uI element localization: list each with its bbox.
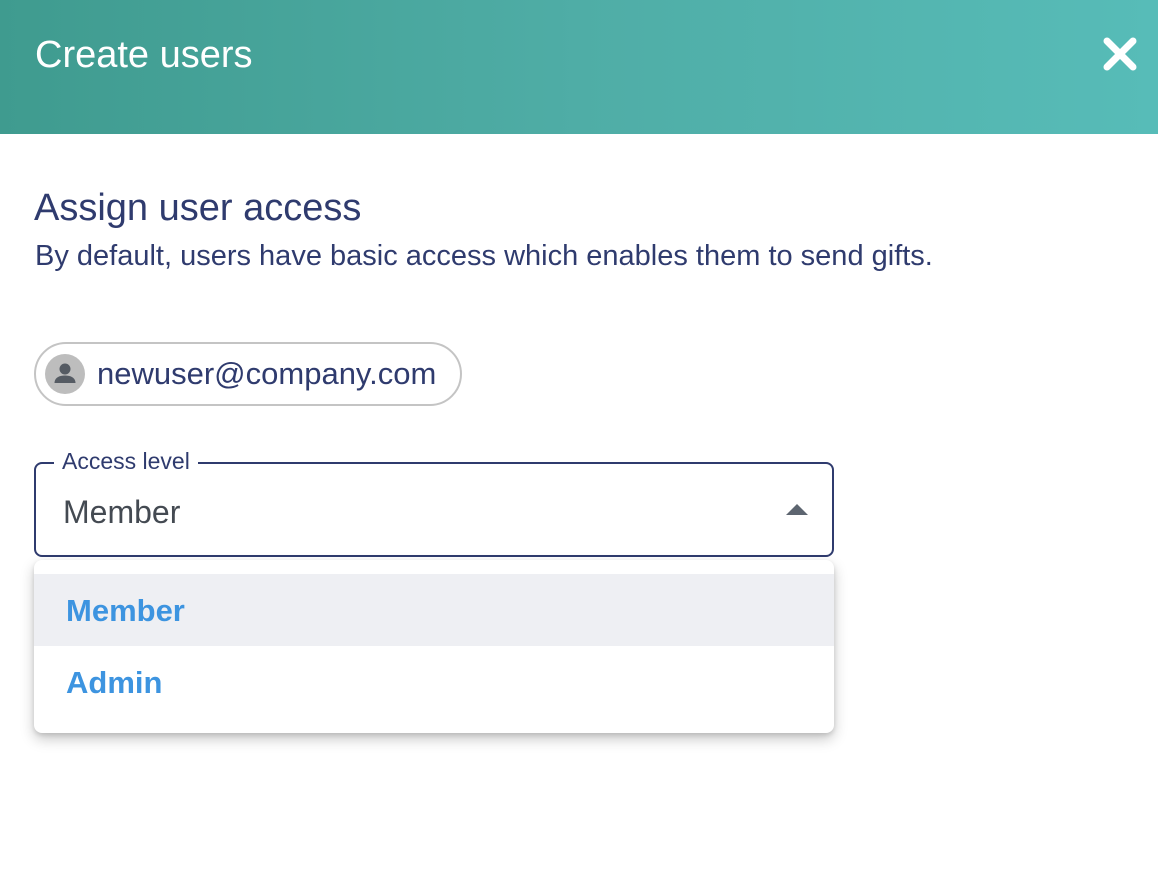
access-level-select[interactable]: Access level Member xyxy=(34,447,834,557)
access-level-value: Member xyxy=(63,494,181,530)
create-users-dialog: Create users Assign user access By defau… xyxy=(0,0,1158,870)
close-icon[interactable] xyxy=(1096,30,1144,78)
option-label: Admin xyxy=(66,665,163,700)
user-email-chip[interactable]: newuser@company.com xyxy=(34,342,462,406)
section-title: Assign user access xyxy=(34,187,362,229)
section-description: By default, users have basic access whic… xyxy=(35,240,933,272)
option-member[interactable]: Member xyxy=(34,574,834,646)
dialog-header: Create users xyxy=(0,0,1158,134)
access-level-label: Access level xyxy=(54,447,198,475)
caret-up-icon[interactable] xyxy=(786,504,808,515)
user-email: newuser@company.com xyxy=(97,356,437,391)
person-icon xyxy=(45,354,85,394)
option-label: Member xyxy=(66,593,185,628)
dialog-title: Create users xyxy=(35,34,253,76)
access-level-dropdown: Member Admin xyxy=(34,560,834,733)
option-admin[interactable]: Admin xyxy=(34,646,834,718)
